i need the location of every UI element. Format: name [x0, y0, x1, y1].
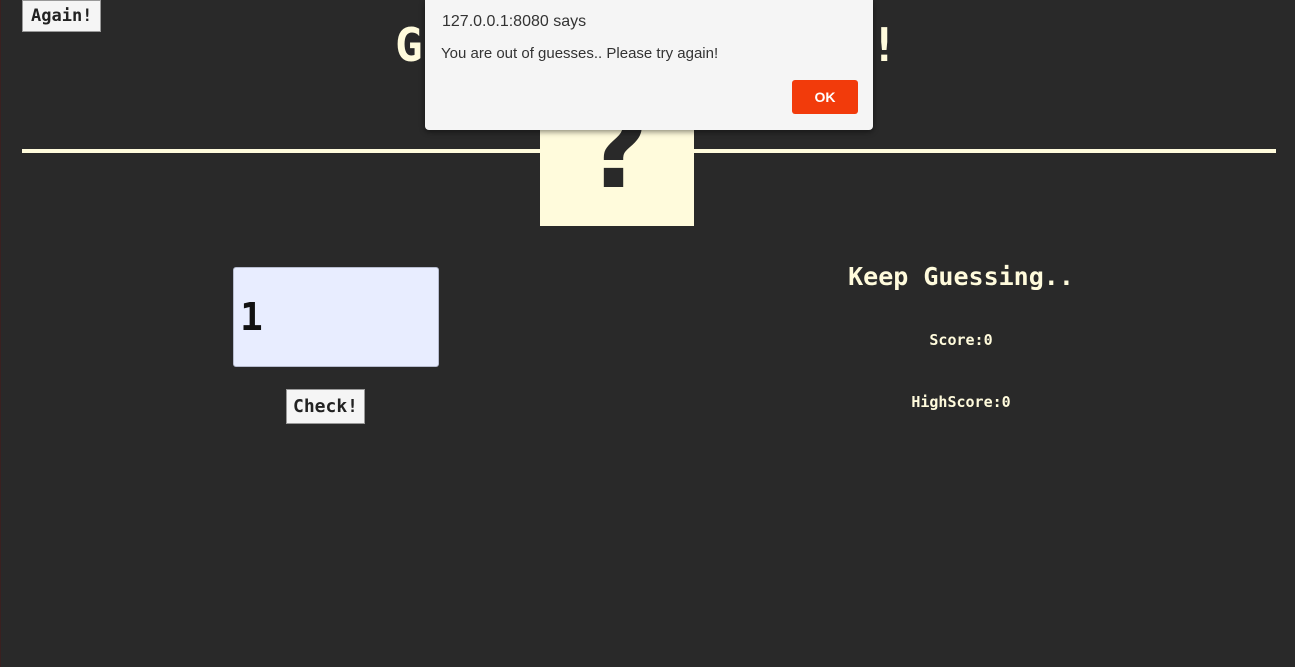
alert-origin: 127.0.0.1:8080 says: [442, 13, 587, 30]
alert-dialog: 127.0.0.1:8080 says You are out of guess…: [425, 0, 873, 130]
ok-button[interactable]: OK: [792, 80, 858, 114]
game-page: Again! Guess My Number! ? Check! Keep Gu…: [0, 0, 1295, 667]
check-button[interactable]: Check!: [286, 389, 366, 424]
guess-input[interactable]: [233, 267, 439, 367]
highscore-label: HighScore:0: [911, 393, 1011, 411]
status-message: Keep Guessing..: [848, 262, 1074, 291]
score-label: Score:0: [929, 331, 993, 349]
alert-message: You are out of guesses.. Please try agai…: [441, 45, 719, 62]
